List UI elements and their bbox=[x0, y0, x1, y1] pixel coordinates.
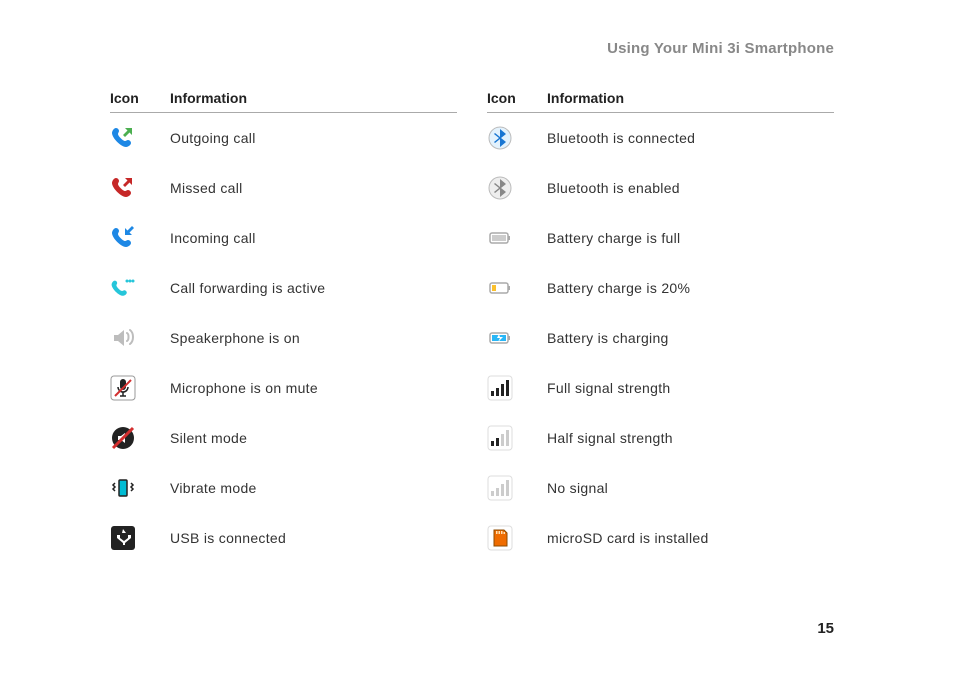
bluetooth-connected-icon bbox=[487, 125, 513, 151]
signal-half-icon bbox=[487, 425, 513, 451]
table-row: Outgoing call bbox=[110, 113, 457, 163]
table-row: Incoming call bbox=[110, 213, 457, 263]
battery-full-icon bbox=[487, 225, 513, 251]
icon-description: Half signal strength bbox=[547, 430, 834, 446]
microsd-icon bbox=[487, 525, 513, 551]
speakerphone-icon bbox=[110, 325, 136, 351]
table-row: Battery is charging bbox=[487, 313, 834, 363]
table-row: No signal bbox=[487, 463, 834, 513]
table-row: Full signal strength bbox=[487, 363, 834, 413]
icon-description: Battery charge is full bbox=[547, 230, 834, 246]
table-header: Icon Information bbox=[110, 90, 457, 113]
vibrate-mode-icon bbox=[110, 475, 136, 501]
table-row: Missed call bbox=[110, 163, 457, 213]
outgoing-call-icon bbox=[110, 125, 136, 151]
table-row: Half signal strength bbox=[487, 413, 834, 463]
icon-description: Full signal strength bbox=[547, 380, 834, 396]
col-header-icon: Icon bbox=[110, 90, 170, 106]
icon-description: Outgoing call bbox=[170, 130, 457, 146]
icon-description: Battery is charging bbox=[547, 330, 834, 346]
page-header: Using Your Mini 3i Smartphone bbox=[607, 40, 834, 57]
col-header-info: Information bbox=[547, 90, 834, 106]
table-row: microSD card is installed bbox=[487, 513, 834, 563]
icon-description: Missed call bbox=[170, 180, 457, 196]
icon-description: Microphone is on mute bbox=[170, 380, 457, 396]
signal-none-icon bbox=[487, 475, 513, 501]
icon-description: Silent mode bbox=[170, 430, 457, 446]
icon-description: Speakerphone is on bbox=[170, 330, 457, 346]
table-header: Icon Information bbox=[487, 90, 834, 113]
icon-description: Bluetooth is connected bbox=[547, 130, 834, 146]
icon-description: Incoming call bbox=[170, 230, 457, 246]
usb-connected-icon bbox=[110, 525, 136, 551]
microphone-mute-icon bbox=[110, 375, 136, 401]
table-row: Silent mode bbox=[110, 413, 457, 463]
table-row: Speakerphone is on bbox=[110, 313, 457, 363]
icon-description: Call forwarding is active bbox=[170, 280, 457, 296]
battery-20-icon bbox=[487, 275, 513, 301]
table-row: Bluetooth is connected bbox=[487, 113, 834, 163]
icon-description: Battery charge is 20% bbox=[547, 280, 834, 296]
table-row: Bluetooth is enabled bbox=[487, 163, 834, 213]
table-row: Battery charge is full bbox=[487, 213, 834, 263]
col-header-icon: Icon bbox=[487, 90, 547, 106]
call-forwarding-icon bbox=[110, 275, 136, 301]
icon-description: microSD card is installed bbox=[547, 530, 834, 546]
page-number: 15 bbox=[817, 620, 834, 637]
missed-call-icon bbox=[110, 175, 136, 201]
silent-mode-icon bbox=[110, 425, 136, 451]
icon-table-left: Icon Information Outgoing call Missed ca… bbox=[110, 90, 457, 563]
table-row: Microphone is on mute bbox=[110, 363, 457, 413]
col-header-info: Information bbox=[170, 90, 457, 106]
icon-description: Vibrate mode bbox=[170, 480, 457, 496]
icon-table-right: Icon Information Bluetooth is connected … bbox=[487, 90, 834, 563]
table-row: Vibrate mode bbox=[110, 463, 457, 513]
icon-tables: Icon Information Outgoing call Missed ca… bbox=[110, 90, 834, 563]
table-row: Call forwarding is active bbox=[110, 263, 457, 313]
icon-description: No signal bbox=[547, 480, 834, 496]
table-row: Battery charge is 20% bbox=[487, 263, 834, 313]
table-row: USB is connected bbox=[110, 513, 457, 563]
incoming-call-icon bbox=[110, 225, 136, 251]
bluetooth-enabled-icon bbox=[487, 175, 513, 201]
signal-full-icon bbox=[487, 375, 513, 401]
battery-charging-icon bbox=[487, 325, 513, 351]
icon-description: USB is connected bbox=[170, 530, 457, 546]
icon-description: Bluetooth is enabled bbox=[547, 180, 834, 196]
